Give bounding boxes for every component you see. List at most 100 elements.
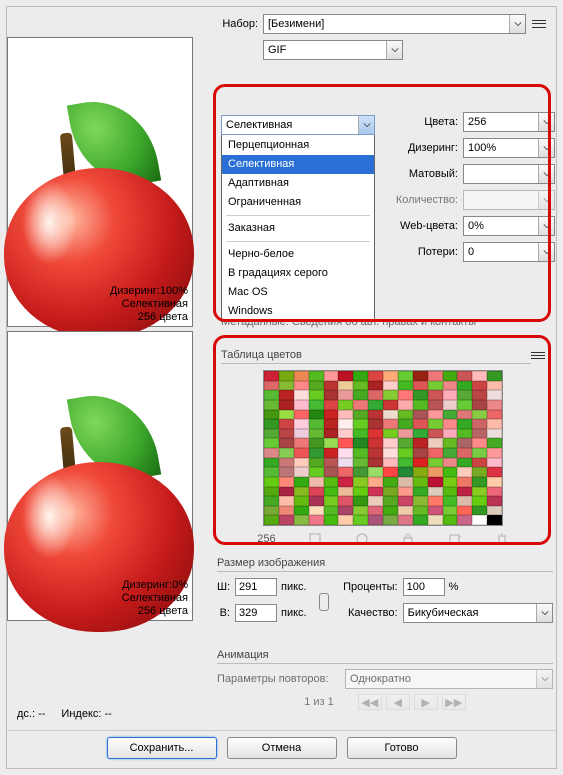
preview-2[interactable]: Дизеринг:0% Селективная 256 цвета xyxy=(7,331,193,621)
menu-icon[interactable] xyxy=(532,17,546,31)
swatch[interactable] xyxy=(428,496,443,506)
swatch[interactable] xyxy=(398,487,413,497)
preset-select[interactable]: [Безимени] xyxy=(263,14,526,34)
swatch[interactable] xyxy=(398,458,413,468)
swatch[interactable] xyxy=(264,410,279,420)
swatch[interactable] xyxy=(338,448,353,458)
swatch[interactable] xyxy=(413,487,428,497)
swatch[interactable] xyxy=(264,438,279,448)
swatch[interactable] xyxy=(398,438,413,448)
swatch[interactable] xyxy=(324,515,339,525)
swatch[interactable] xyxy=(353,390,368,400)
swatch[interactable] xyxy=(338,390,353,400)
swatch[interactable] xyxy=(413,506,428,516)
swatch[interactable] xyxy=(472,419,487,429)
swatch[interactable] xyxy=(472,381,487,391)
algo-option[interactable]: Windows xyxy=(222,302,374,321)
swatch[interactable] xyxy=(279,371,294,381)
swatch[interactable] xyxy=(413,448,428,458)
swatch[interactable] xyxy=(264,400,279,410)
swatch[interactable] xyxy=(294,429,309,439)
swatch[interactable] xyxy=(413,400,428,410)
swatch[interactable] xyxy=(487,381,502,391)
swatch[interactable] xyxy=(487,438,502,448)
swatch[interactable] xyxy=(324,496,339,506)
swatch[interactable] xyxy=(264,419,279,429)
swatch[interactable] xyxy=(443,390,458,400)
swatch[interactable] xyxy=(324,467,339,477)
web-select[interactable]: 0% xyxy=(463,216,555,236)
swatch[interactable] xyxy=(472,496,487,506)
swatch[interactable] xyxy=(368,487,383,497)
swatch[interactable] xyxy=(457,390,472,400)
swatch[interactable] xyxy=(487,419,502,429)
swatch[interactable] xyxy=(309,429,324,439)
new-icon[interactable] xyxy=(448,532,462,546)
swatch[interactable] xyxy=(264,487,279,497)
swatch[interactable] xyxy=(368,477,383,487)
swatch[interactable] xyxy=(353,438,368,448)
swatch[interactable] xyxy=(472,371,487,381)
swatch[interactable] xyxy=(428,429,443,439)
swatch[interactable] xyxy=(487,448,502,458)
swatch[interactable] xyxy=(443,487,458,497)
menu-icon[interactable] xyxy=(531,349,545,363)
swatch[interactable] xyxy=(368,458,383,468)
swatch[interactable] xyxy=(487,467,502,477)
algo-option[interactable]: Перцепционная xyxy=(222,136,374,155)
swatch[interactable] xyxy=(294,448,309,458)
swatch[interactable] xyxy=(324,381,339,391)
dither-select[interactable]: 100% xyxy=(463,138,555,158)
swatch[interactable] xyxy=(368,506,383,516)
swatch[interactable] xyxy=(309,381,324,391)
swatch[interactable] xyxy=(457,467,472,477)
swatch[interactable] xyxy=(428,400,443,410)
algo-option[interactable]: Черно-белое xyxy=(222,245,374,264)
swatch[interactable] xyxy=(324,506,339,516)
swatch[interactable] xyxy=(413,390,428,400)
save-button[interactable]: Сохранить... xyxy=(107,737,217,759)
swatch[interactable] xyxy=(309,400,324,410)
swatch[interactable] xyxy=(383,410,398,420)
swatch[interactable] xyxy=(368,410,383,420)
swatch[interactable] xyxy=(413,438,428,448)
swatch[interactable] xyxy=(428,487,443,497)
swatch[interactable] xyxy=(428,467,443,477)
swatch[interactable] xyxy=(309,477,324,487)
swatch[interactable] xyxy=(353,487,368,497)
swatch[interactable] xyxy=(324,477,339,487)
swatch[interactable] xyxy=(324,429,339,439)
swatch[interactable] xyxy=(294,458,309,468)
swatch[interactable] xyxy=(368,371,383,381)
swatch[interactable] xyxy=(368,496,383,506)
swatch[interactable] xyxy=(279,487,294,497)
swatch[interactable] xyxy=(309,371,324,381)
swatch[interactable] xyxy=(487,506,502,516)
swatch[interactable] xyxy=(472,448,487,458)
swatch[interactable] xyxy=(383,477,398,487)
swatch[interactable] xyxy=(457,506,472,516)
algo-option[interactable]: Селективная xyxy=(222,155,374,174)
swatch[interactable] xyxy=(353,477,368,487)
swatch[interactable] xyxy=(353,515,368,525)
swatch[interactable] xyxy=(309,390,324,400)
swatch[interactable] xyxy=(353,371,368,381)
swatch[interactable] xyxy=(472,515,487,525)
swatch[interactable] xyxy=(472,438,487,448)
swatch[interactable] xyxy=(338,506,353,516)
swatch[interactable] xyxy=(368,429,383,439)
cancel-button[interactable]: Отмена xyxy=(227,737,337,759)
swatch[interactable] xyxy=(338,410,353,420)
quality-select[interactable]: Бикубическая xyxy=(403,603,553,623)
swatch[interactable] xyxy=(487,390,502,400)
swatch[interactable] xyxy=(443,438,458,448)
swatch[interactable] xyxy=(398,506,413,516)
swatch[interactable] xyxy=(338,429,353,439)
swatch[interactable] xyxy=(294,400,309,410)
swatch[interactable] xyxy=(472,458,487,468)
swatch[interactable] xyxy=(457,410,472,420)
swatch[interactable] xyxy=(398,496,413,506)
swatch[interactable] xyxy=(428,506,443,516)
swatch[interactable] xyxy=(279,496,294,506)
swatch[interactable] xyxy=(428,458,443,468)
